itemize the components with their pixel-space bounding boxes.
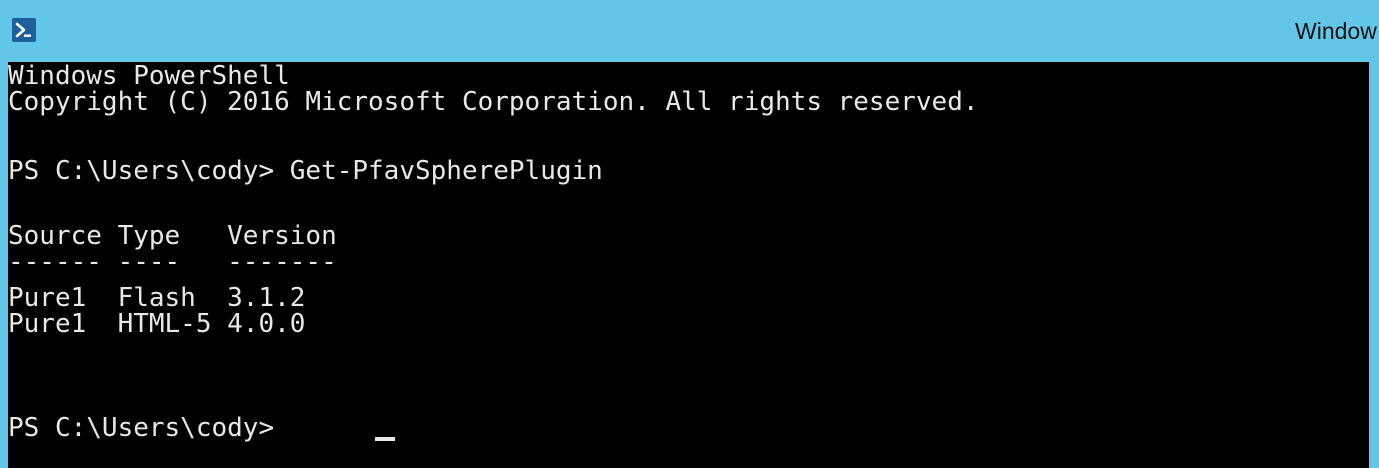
text-cursor xyxy=(375,437,395,441)
console-output[interactable]: Windows PowerShell Copyright (C) 2016 Mi… xyxy=(8,62,1369,468)
powershell-window: Window Windows PowerShell Copyright (C) … xyxy=(0,0,1379,468)
title-bar[interactable]: Window xyxy=(0,0,1379,62)
window-title: Window xyxy=(1295,18,1377,44)
console-line-prompt[interactable]: PS C:\Users\cody> xyxy=(8,414,290,442)
console-line-header: Windows PowerShell xyxy=(8,62,290,91)
console-line-row-2: Pure1 HTML-5 4.0.0 xyxy=(8,309,306,339)
console-line-copyright: Copyright (C) 2016 Microsoft Corporation… xyxy=(8,87,979,117)
console-line-table-header: Source Type Version xyxy=(8,221,337,251)
console-line-command: PS C:\Users\cody> Get-PfavSpherePlugin xyxy=(8,156,603,186)
powershell-icon[interactable] xyxy=(12,18,36,42)
console-line-table-separator: ------ ---- ------- xyxy=(8,247,337,277)
console-line-row-1: Pure1 Flash 3.1.2 xyxy=(8,283,306,313)
